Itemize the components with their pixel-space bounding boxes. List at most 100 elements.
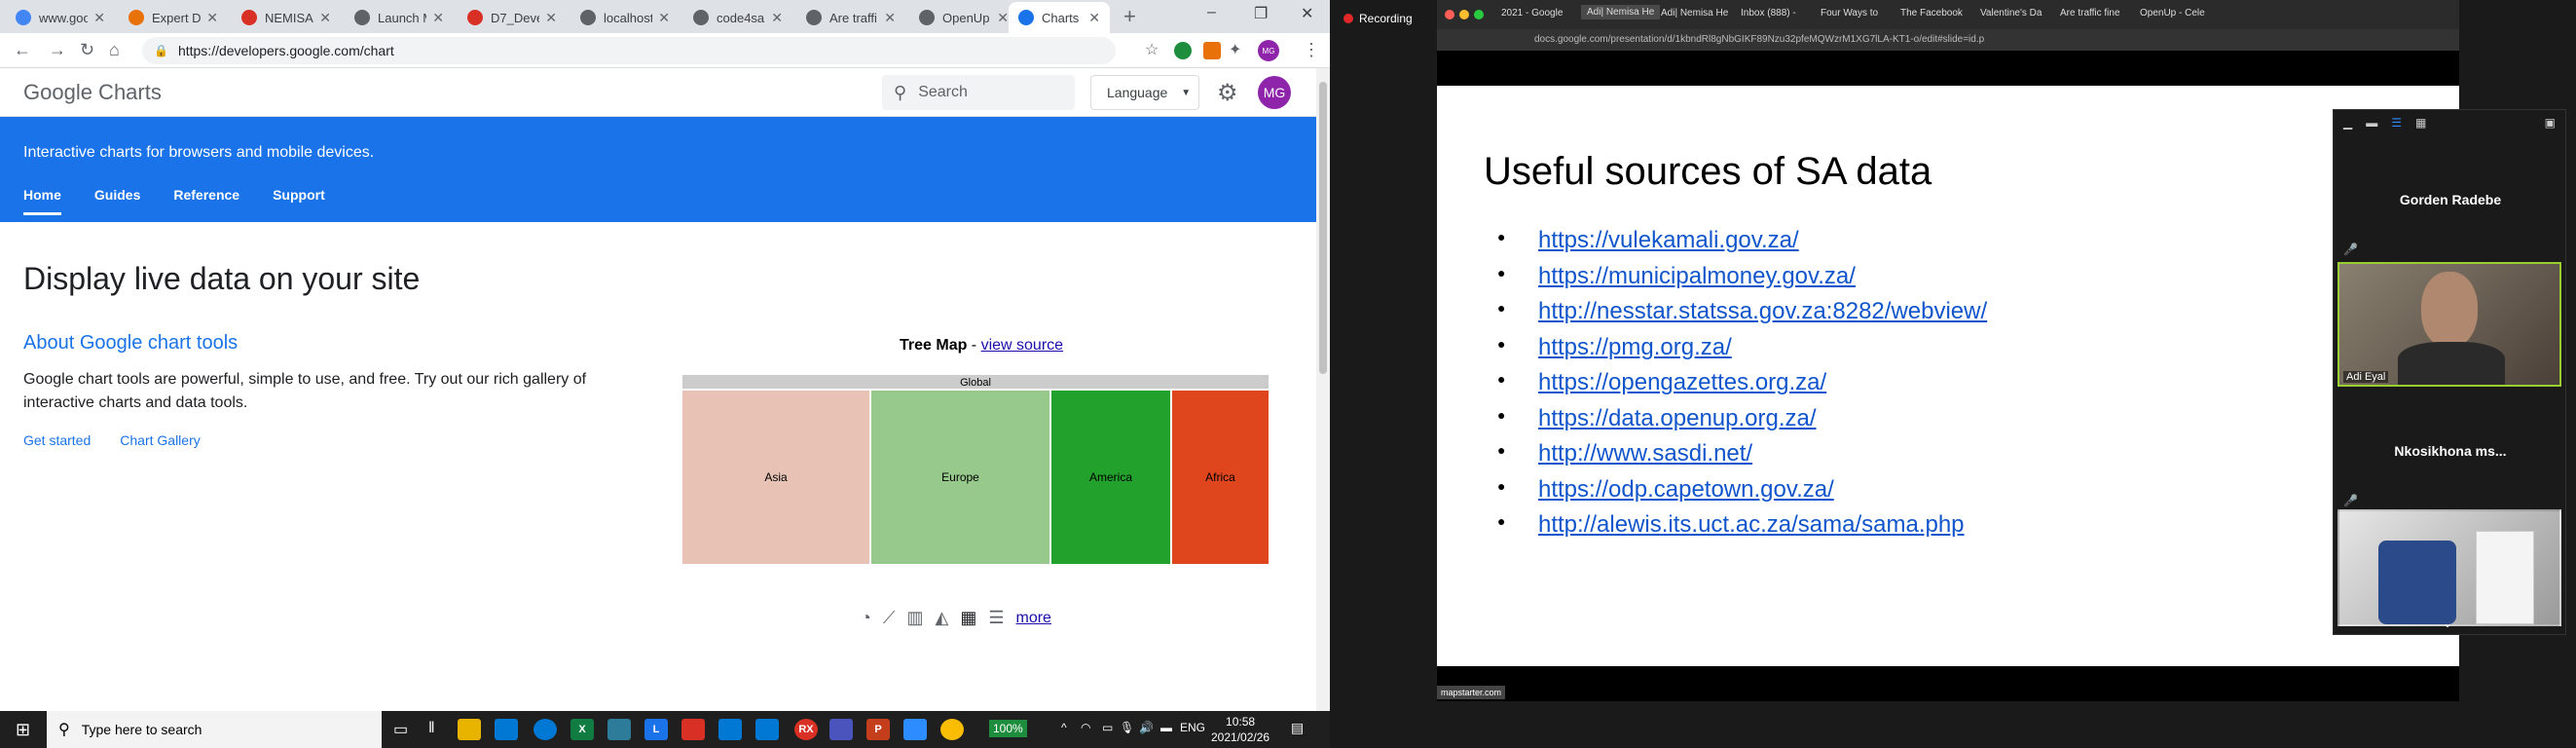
extension-icon[interactable] [1203, 42, 1221, 59]
view-source-link[interactable]: view source [981, 337, 1063, 354]
back-icon[interactable]: ← [14, 40, 31, 60]
strip-view-icon[interactable]: ▬ [2366, 116, 2377, 130]
nav-support[interactable]: Support [273, 187, 325, 215]
browser-tab[interactable]: code4sa ✕ [683, 2, 792, 33]
bar-chart-icon[interactable]: ▥ [906, 608, 923, 628]
treemap-icon[interactable]: ▦ [960, 608, 976, 628]
volume-icon[interactable]: 🔊 [1139, 721, 1154, 734]
scrollbar-thumb[interactable] [1319, 82, 1327, 374]
close-icon[interactable]: ✕ [658, 10, 670, 26]
close-icon[interactable]: ✕ [771, 10, 783, 26]
profile-avatar[interactable]: MG [1258, 40, 1279, 61]
edge-icon[interactable] [534, 719, 557, 740]
chart-gallery-link[interactable]: Chart Gallery [120, 432, 200, 448]
puzzle-icon[interactable]: ✦ [1229, 40, 1241, 59]
vscode-icon[interactable] [755, 719, 779, 740]
chevron-up-icon[interactable]: ^ [1061, 721, 1067, 734]
browser-tab[interactable]: D7_Deve ✕ [458, 2, 567, 33]
participant-video[interactable]: Adi Eyal [2337, 262, 2561, 387]
clock[interactable]: 10:58 2021/02/26 [1211, 714, 1270, 745]
scrollbar[interactable] [1316, 68, 1330, 711]
treemap-cell-africa[interactable]: Africa [1171, 390, 1270, 565]
close-icon[interactable]: ✕ [545, 10, 557, 26]
close-icon[interactable]: ✕ [1088, 10, 1100, 26]
language-select[interactable]: Language ▼ [1090, 75, 1199, 110]
fullscreen-icon[interactable]: ▣ [2545, 116, 2556, 130]
treemap-cell-europe[interactable]: Europe [870, 390, 1050, 565]
treemap-chart[interactable]: Global Asia Europe America Africa [681, 374, 1270, 565]
nav-reference[interactable]: Reference [173, 187, 239, 215]
close-icon[interactable]: ✕ [206, 10, 218, 26]
store-icon[interactable] [607, 719, 631, 740]
site-search-input[interactable]: ⚲ Search [882, 75, 1075, 110]
about-title[interactable]: About Google chart tools [23, 332, 238, 355]
powerpoint-icon[interactable]: P [866, 719, 890, 740]
browser-tab[interactable]: localhost ✕ [570, 2, 680, 33]
close-icon[interactable]: ✕ [884, 10, 896, 26]
notification-icon[interactable]: ▤ [1291, 720, 1304, 736]
wifi-icon[interactable]: ◠ [1081, 721, 1090, 734]
forward-icon[interactable]: → [49, 40, 66, 60]
menu-icon[interactable]: ⋮ [1303, 40, 1320, 60]
home-icon[interactable]: ⌂ [109, 40, 120, 60]
area-chart-icon[interactable]: ◭ [936, 608, 949, 628]
controls-icon[interactable]: ☰ [988, 608, 1004, 628]
gallery-view-icon[interactable]: ▦ [2415, 116, 2426, 130]
chevron-down-icon[interactable]: ⌄ [2443, 617, 2452, 630]
close-window-button[interactable]: ✕ [1301, 4, 1313, 23]
close-dot[interactable] [1445, 10, 1454, 19]
mail-icon[interactable] [495, 719, 518, 740]
chrome-icon[interactable] [940, 719, 964, 740]
browser-tab[interactable]: Are traffi ✕ [796, 2, 905, 33]
minimize-icon[interactable]: ▁ [2343, 116, 2352, 130]
close-icon[interactable]: ✕ [319, 10, 331, 26]
browser-tab[interactable]: Expert Da✕ [119, 2, 228, 33]
star-icon[interactable]: ☆ [1145, 40, 1159, 59]
pie-chart-icon[interactable]: ◔ [861, 608, 871, 628]
gear-icon[interactable]: ⚙ [1217, 79, 1238, 107]
treemap-cell-asia[interactable]: Asia [681, 390, 870, 565]
task-view-icon[interactable]: ▭ [393, 720, 408, 739]
nav-home[interactable]: Home [23, 187, 61, 215]
browser-tab-active[interactable]: Charts | ✕ [1009, 2, 1110, 33]
get-started-link[interactable]: Get started [23, 432, 91, 448]
close-icon[interactable]: ✕ [93, 10, 105, 26]
treemap-root[interactable]: Global [681, 374, 1270, 390]
address-bar[interactable]: 🔒 https://developers.google.com/chart [142, 37, 1116, 64]
zoom-icon[interactable] [903, 719, 927, 740]
new-tab-button[interactable]: + [1123, 4, 1136, 29]
windows-start-icon[interactable]: ⊞ [16, 720, 30, 740]
browser-tab[interactable]: Launch M✕ [345, 2, 454, 33]
browser-tab[interactable]: www.goo ✕ [6, 2, 115, 33]
taskbar-search-input[interactable]: ⚲ Type here to search [47, 711, 382, 748]
close-icon[interactable]: ✕ [997, 10, 1009, 26]
excel-icon[interactable]: X [570, 719, 594, 740]
participant-video[interactable] [2337, 509, 2561, 626]
site-logo[interactable]: Google Charts [23, 80, 162, 105]
app-l-icon[interactable]: L [644, 719, 668, 740]
grammarly-extension-icon[interactable] [1174, 42, 1192, 59]
shield-icon[interactable] [681, 719, 705, 740]
minimize-button[interactable]: – [1207, 4, 1216, 21]
avatar[interactable]: MG [1258, 76, 1291, 109]
speaker-view-icon[interactable]: ☰ [2391, 116, 2402, 130]
maximize-dot[interactable] [1474, 10, 1484, 19]
line-chart-icon[interactable]: ⟋ [883, 608, 896, 628]
treemap-cell-america[interactable]: America [1050, 390, 1171, 565]
reload-icon[interactable]: ↻ [80, 40, 94, 60]
browser-tab[interactable]: OpenUp ✕ [909, 2, 1018, 33]
close-icon[interactable]: ✕ [432, 10, 444, 26]
language-indicator[interactable]: ENG [1180, 721, 1205, 734]
network-icon[interactable]: ▭ [1102, 721, 1113, 734]
more-link[interactable]: more [1016, 610, 1051, 627]
microphone-icon[interactable]: 🎙 [1120, 721, 1134, 734]
battery-icon[interactable]: ▬ [1160, 721, 1172, 734]
file-explorer-icon[interactable] [458, 719, 481, 740]
nav-guides[interactable]: Guides [94, 187, 140, 215]
recording-indicator[interactable]: Recording [1343, 12, 1413, 25]
battery-indicator[interactable]: 100% [989, 720, 1027, 737]
teams-icon[interactable] [829, 719, 853, 740]
browser-tab[interactable]: NEMISA ✕ [232, 2, 341, 33]
maximize-button[interactable]: ❐ [1254, 4, 1268, 23]
minimize-dot[interactable] [1459, 10, 1469, 19]
